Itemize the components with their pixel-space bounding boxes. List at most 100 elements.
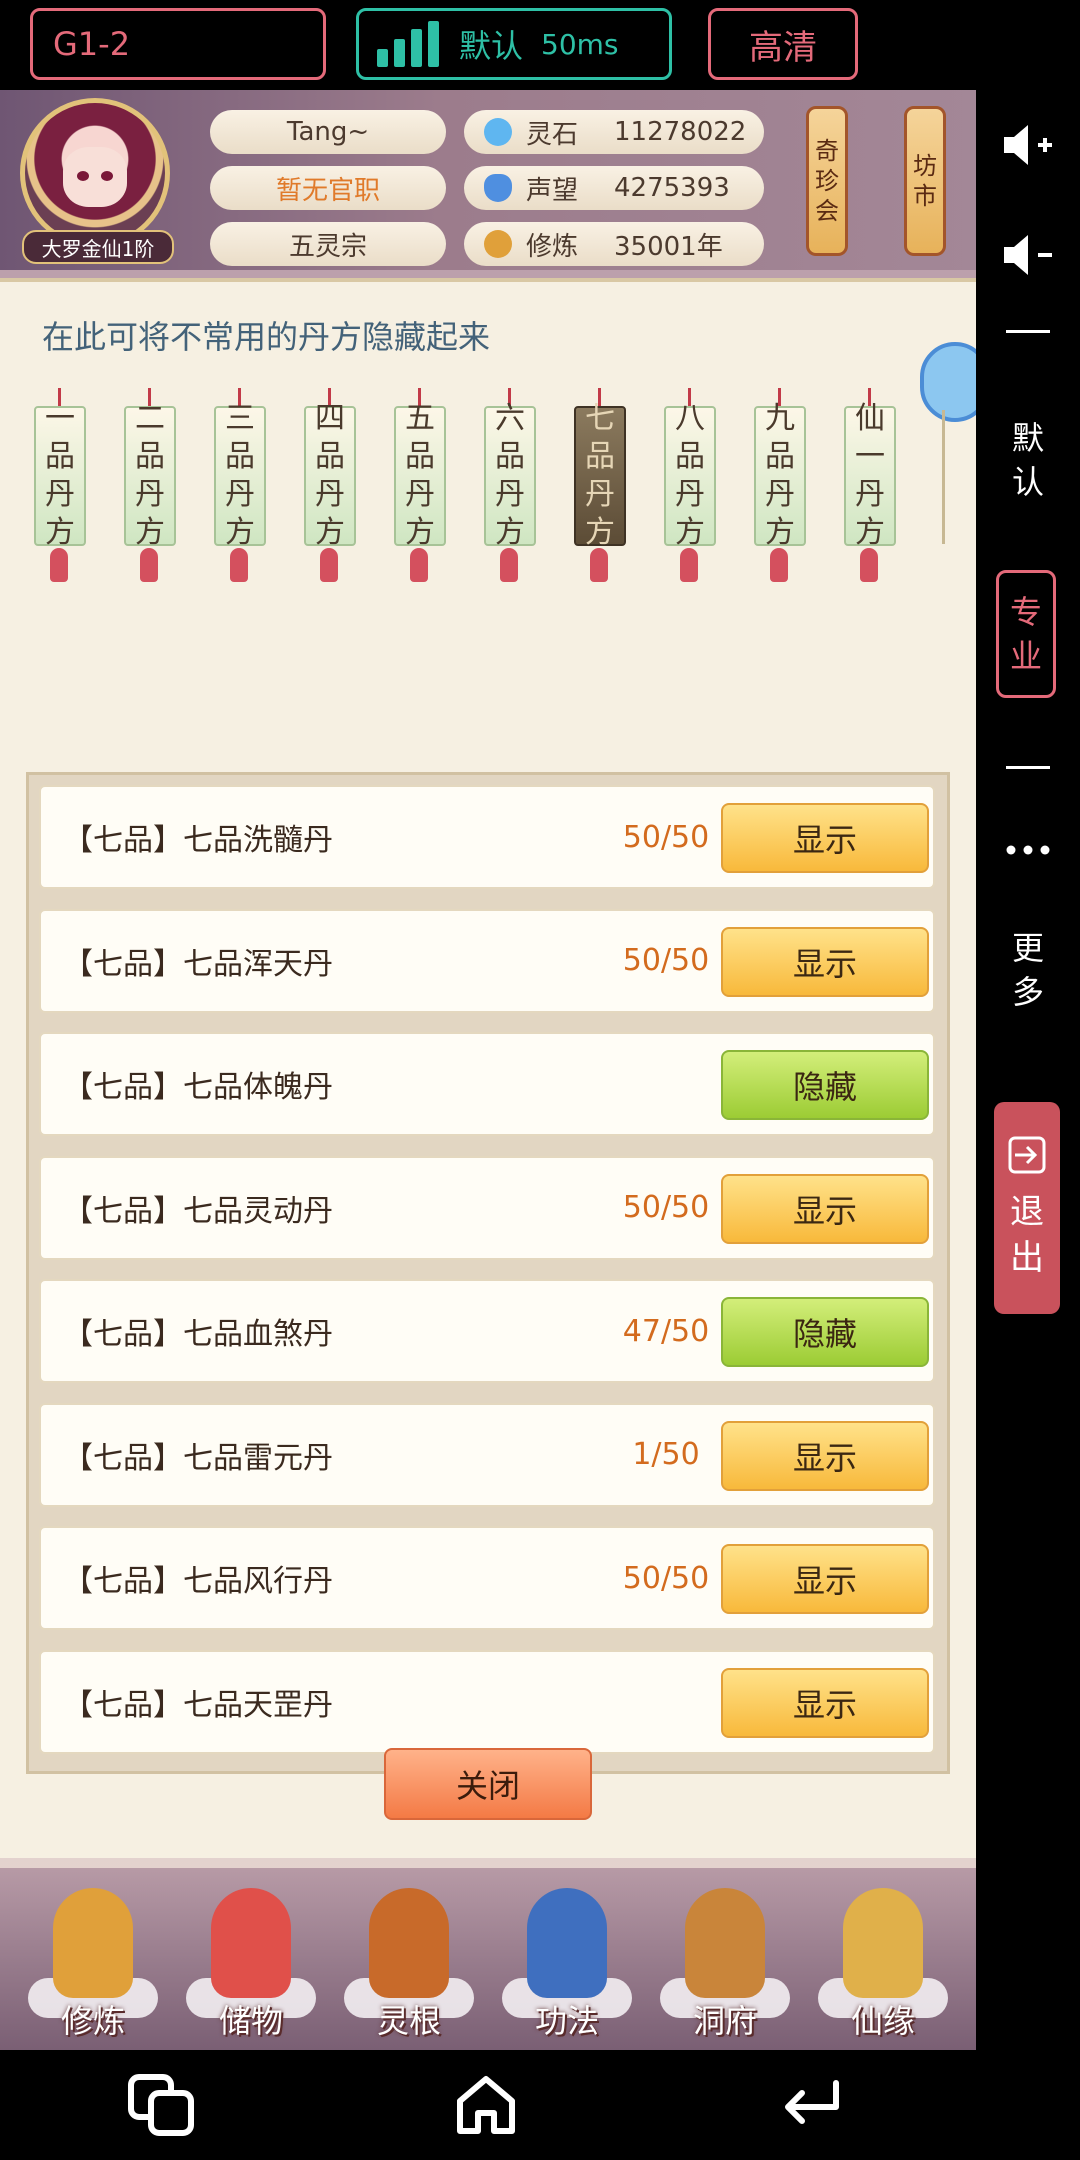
tab-label-char: 品 <box>675 439 705 474</box>
tab-label-char: 丹 <box>855 477 885 512</box>
tab-label-char: 方 <box>585 515 615 550</box>
resource-value: 4275393 <box>614 173 730 203</box>
recipe-name: 【七品】七品体魄丹 <box>63 1070 333 1105</box>
volume-down-icon[interactable] <box>976 220 1080 290</box>
tab-label-char: 丹 <box>495 477 525 512</box>
mode-pro-char: 专 <box>1009 593 1042 631</box>
network-mode-label: 默认 <box>459 27 524 65</box>
nav-spirit-root[interactable]: 灵根 <box>334 1878 484 2050</box>
treasure-pavilion-lantern[interactable]: 奇 珍 会 <box>806 106 848 256</box>
tab-label-char: 品 <box>585 439 615 474</box>
recipe-row: 【七品】七品天罡丹 显示 <box>39 1649 935 1754</box>
tassel-icon <box>500 548 518 582</box>
grade-tab[interactable]: 仙一丹方 <box>840 388 900 588</box>
grade-tab[interactable]: 五品丹方 <box>390 388 450 588</box>
more-char: 更 <box>1011 929 1044 967</box>
recipe-list[interactable]: 【七品】七品洗髓丹 50/50 显示 【七品】七品浑天丹 50/50 显示 【七品】七品体魄… <box>26 772 950 1774</box>
mode-pro-button[interactable]: 专 业 <box>996 570 1056 698</box>
grade-tab[interactable]: 六品丹方 <box>480 388 540 588</box>
recipe-count: 47/50 <box>622 1313 710 1349</box>
resource-label: 声望 <box>526 175 579 206</box>
toggle-visibility-button[interactable]: 显示 <box>721 1173 929 1244</box>
nav-cultivate[interactable]: 修炼 <box>18 1878 168 2050</box>
toggle-visibility-button[interactable]: 显示 <box>721 1544 929 1614</box>
volume-up-icon[interactable] <box>976 110 1080 180</box>
mode-default-button[interactable]: 默 认 <box>976 410 1080 510</box>
grade-tab[interactable]: 八品丹方 <box>660 388 720 588</box>
recipe-count <box>601 1034 731 1134</box>
tab-label-char: 丹 <box>315 477 345 512</box>
nav-label: 储物 <box>218 2002 283 2040</box>
close-button[interactable]: 关闭 <box>384 1748 592 1820</box>
more-dots-icon[interactable] <box>976 830 1080 870</box>
tab-body: 仙一丹方 <box>844 401 896 550</box>
toggle-visibility-button[interactable]: 隐藏 <box>721 1297 929 1367</box>
more-button[interactable]: 更 多 <box>976 920 1080 1020</box>
mode-pro-char: 业 <box>1009 637 1042 675</box>
recipe-name: 【七品】七品浑天丹 <box>63 946 333 982</box>
toggle-visibility-button[interactable]: 显示 <box>721 926 929 997</box>
tab-label-char: 方 <box>495 515 525 550</box>
tab-label-char: 方 <box>405 515 435 550</box>
tassel-icon <box>320 548 338 582</box>
grade-tab[interactable]: 四品丹方 <box>300 388 360 588</box>
rank-badge: 大罗金仙1阶 <box>22 230 174 264</box>
lantern-char: 坊 <box>913 152 937 180</box>
server-button[interactable]: G1-2 <box>30 8 326 80</box>
scripture-book-icon <box>527 1888 607 1998</box>
grade-tab[interactable]: 二品丹方 <box>120 388 180 588</box>
latency-label: 50ms <box>541 27 619 61</box>
recipe-name: 【七品】七品灵动丹 <box>63 1193 333 1229</box>
resource-spirit-stone: 灵石 11278022 <box>464 110 764 154</box>
tab-label-char: 方 <box>855 515 885 550</box>
recipe-row: 【七品】七品雷元丹 1/50 显示 <box>39 1402 935 1507</box>
quality-button[interactable]: 高清 <box>708 8 858 80</box>
toggle-visibility-button[interactable]: 显示 <box>721 1420 929 1491</box>
network-mode-button[interactable]: 默认 50ms <box>356 8 672 80</box>
recipe-count: 1/50 <box>632 1437 700 1472</box>
tab-label-char: 品 <box>405 439 435 474</box>
nav-scripture-book[interactable]: 功法 <box>492 1878 642 2050</box>
gourd-icon <box>843 1888 923 1998</box>
market-lantern[interactable]: 坊 市 <box>904 106 946 256</box>
grade-tab[interactable]: 七品丹方 <box>570 388 630 588</box>
nav-label: 灵根 <box>376 2002 441 2040</box>
meditation-icon <box>484 230 512 258</box>
toggle-visibility-button[interactable]: 显示 <box>721 1667 929 1738</box>
tab-label-char: 二 <box>135 401 165 436</box>
nav-gourd[interactable]: 仙缘 <box>808 1878 958 2050</box>
server-label: G1-2 <box>53 25 131 63</box>
tab-body: 七品丹方 <box>574 401 626 550</box>
lantern-char: 会 <box>815 197 839 225</box>
nav-cave-house[interactable]: 洞府 <box>650 1878 800 2050</box>
exit-char: 退 <box>1010 1192 1044 1232</box>
back-icon[interactable] <box>772 2070 852 2140</box>
exit-char: 出 <box>1010 1238 1044 1278</box>
tassel-icon <box>590 548 608 582</box>
toggle-visibility-button[interactable]: 隐藏 <box>721 1050 929 1120</box>
grade-tab[interactable]: 一品丹方 <box>30 388 90 588</box>
signal-icon <box>377 21 439 67</box>
nav-storage-bag[interactable]: 储物 <box>176 1878 326 2050</box>
avatar[interactable] <box>20 98 170 248</box>
home-icon[interactable] <box>446 2070 526 2140</box>
toggle-visibility-button[interactable]: 显示 <box>721 803 929 873</box>
grade-tab[interactable]: 三品丹方 <box>210 388 270 588</box>
tab-label-char: 八 <box>675 401 705 436</box>
grade-tabs: 一品丹方二品丹方三品丹方四品丹方五品丹方六品丹方七品丹方八品丹方九品丹方仙一丹方 <box>30 388 950 588</box>
tab-label-char: 方 <box>135 515 165 550</box>
exit-button[interactable]: 退 出 <box>994 1102 1060 1314</box>
resource-cultivation: 修炼 35001年 <box>464 222 764 266</box>
grade-tab[interactable]: 九品丹方 <box>750 388 810 588</box>
storage-bag-icon <box>211 1888 291 1998</box>
tab-label-char: 方 <box>675 515 705 550</box>
recipe-name: 【七品】七品天罡丹 <box>63 1687 333 1723</box>
tab-label-char: 品 <box>135 439 165 474</box>
recents-icon[interactable] <box>122 2070 202 2140</box>
resource-label: 修炼 <box>526 231 579 262</box>
player-header: 大罗金仙1阶 Tang~ 暂无官职 五灵宗 灵石 11278022 声望 427… <box>0 90 976 270</box>
tassel-icon <box>410 548 428 582</box>
tab-label-char: 仙 <box>855 401 885 436</box>
tab-label-char: 一 <box>45 401 75 436</box>
avatar-eye <box>101 171 113 181</box>
